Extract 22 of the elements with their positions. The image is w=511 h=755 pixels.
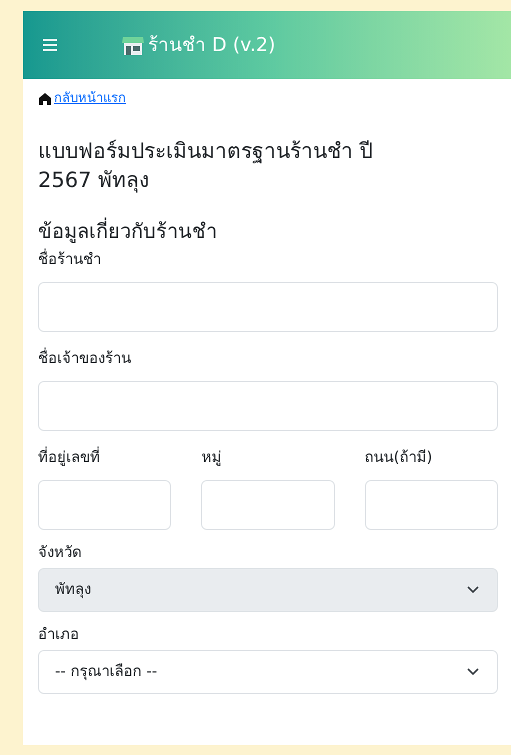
field-label: ถนน(ถ้ามี) [364, 446, 434, 466]
field-label: จังหวัด [38, 542, 83, 562]
menu-icon[interactable] [43, 39, 57, 51]
section-title: ข้อมูลเกี่ยวกับร้านชำ [38, 216, 218, 244]
input-field[interactable] [38, 282, 498, 332]
field-label: ที่อยู่เลขที่ [38, 446, 101, 466]
input-field[interactable] [38, 480, 172, 530]
home-icon [38, 92, 52, 106]
shop-icon [122, 34, 144, 56]
field-label: อำเภอ [38, 624, 80, 644]
form-title: แบบฟอร์มประเมินมาตรฐานร้านชำ ปี 2567 พัทลุง [38, 138, 374, 194]
input-field[interactable] [364, 480, 498, 530]
app-title: ร้านชำ D (v.2) [148, 32, 276, 58]
select-field[interactable]: -- กรุณาเลือก -- [38, 650, 498, 694]
input-field[interactable] [201, 480, 335, 530]
field-label: ชื่อเจ้าของร้าน [38, 348, 132, 368]
chevron-down-icon [467, 668, 479, 676]
chevron-down-icon [467, 586, 479, 594]
home-link[interactable]: กลับหน้าแรก [54, 89, 126, 108]
field-label: หมู่ [201, 446, 222, 466]
field-label: ชื่อร้านชำ [38, 248, 102, 268]
input-field[interactable] [38, 380, 498, 430]
